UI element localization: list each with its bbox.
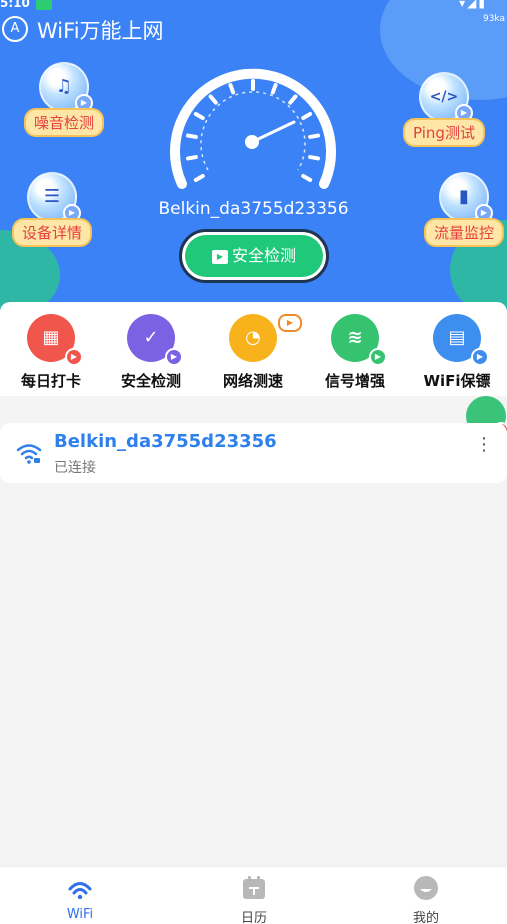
tab-label: 日历 [240,911,267,924]
gauge-tick [193,174,205,182]
tab-label: WiFi [66,907,94,922]
code-icon: </> ▶ [419,72,473,122]
quick-label: 信号增强 [324,372,385,390]
speedometer-icon: ◔ [229,314,277,362]
hero-ssid: Belkin_da3755d23356 [158,199,349,219]
more-options-icon[interactable]: ⋮ [475,436,493,454]
gauge-tick [193,112,205,120]
tab-mine[interactable]: 我的 [376,875,476,924]
noise-test-button[interactable]: ♫ ▶ 噪音检测 [16,62,112,137]
notification-icon [36,0,52,10]
gauge-tick [301,174,313,182]
security-scan-label: 安全检测 [231,246,296,265]
quick-label: 网络测速 [222,372,283,390]
gauge-tick [228,82,236,95]
quick-security-check[interactable]: ✓ ▶ 安全检测 [106,314,196,391]
shield-icon: ✓ ▶ [127,314,183,366]
gauge-hub [245,135,259,149]
net-speed: 93ka [482,14,505,24]
security-scan-button[interactable]: ▶ 安全检测 [179,229,329,283]
calendar-icon: ▦ ▶ [27,314,83,366]
quick-label: 每日打卡 [20,372,81,390]
hero-panel: 5:10 ▾◢▮ 93ka A WiFi万能上网 ♫ ▶ 噪音检测 </> ▶ … [0,0,507,310]
wifi-tab-icon [30,875,130,901]
gauge-tick [186,133,198,139]
quick-wifi-guard[interactable]: ▤ ▶ WiFi保镖 [412,314,502,391]
app-title: WiFi万能上网 [37,19,164,43]
status-bar: 5:10 ▾◢▮ [0,0,507,12]
tab-wifi[interactable]: WiFi [30,875,130,922]
video-icon: ▶ [211,249,228,264]
traffic-monitor-label: 流量监控 [423,218,504,247]
quick-label: 安全检测 [120,372,181,390]
play-icon: ▶ [471,348,489,366]
ping-test-label: Ping测试 [403,118,485,147]
connected-network-card[interactable]: Belkin_da3755d23356 已连接 ⋮ [0,423,507,483]
device-details-label: 设备详情 [11,218,92,247]
firewall-icon: ▤ ▶ [433,314,489,366]
gauge-tick [308,155,320,161]
play-icon: ▶ [369,348,387,366]
status-time: 5:10 [0,0,30,10]
play-icon: ▶ [165,348,183,366]
bottom-tab-bar: WiFi 日历 我的 [0,866,507,924]
music-note-icon: ♫ ▶ [39,62,93,112]
noise-test-label: 噪音检测 [23,108,104,137]
gauge-tick [270,82,278,95]
app-logo-icon: A [2,16,28,42]
tab-calendar[interactable]: 日历 [204,875,304,924]
gauge-tick [288,94,298,105]
wifi-icon [16,444,42,464]
connection-status: 已连接 [54,460,96,476]
tab-label: 我的 [412,911,439,924]
gauge-tick [301,112,313,120]
quick-actions-bar: ▦ ▶ 每日打卡 ✓ ▶ 安全检测 ◔ 网络测速 ▶ ≋ ▶ 信号增强 ▤ ▶ … [0,302,507,396]
gauge-tick [308,133,320,139]
quick-signal-boost[interactable]: ≋ ▶ 信号增强 [310,314,400,391]
router-icon: ≋ ▶ [331,314,387,366]
ping-test-button[interactable]: </> ▶ Ping测试 [396,72,492,147]
profile-tab-icon [376,875,476,901]
gauge-tick [208,94,218,105]
security-scan-button-face: ▶ 安全检测 [185,235,323,277]
play-icon: ▶ [65,348,83,366]
network-ssid: Belkin_da3755d23356 [54,431,277,452]
speedometer-gauge [170,68,336,189]
video-badge-icon: ▶ [278,314,302,332]
gauge-tick [186,155,198,161]
quick-label: WiFi保镖 [423,372,491,390]
signal-battery-icon: ▾◢▮ [459,0,487,10]
calendar-tab-icon [204,875,304,901]
quick-daily-checkin[interactable]: ▦ ▶ 每日打卡 [6,314,96,391]
